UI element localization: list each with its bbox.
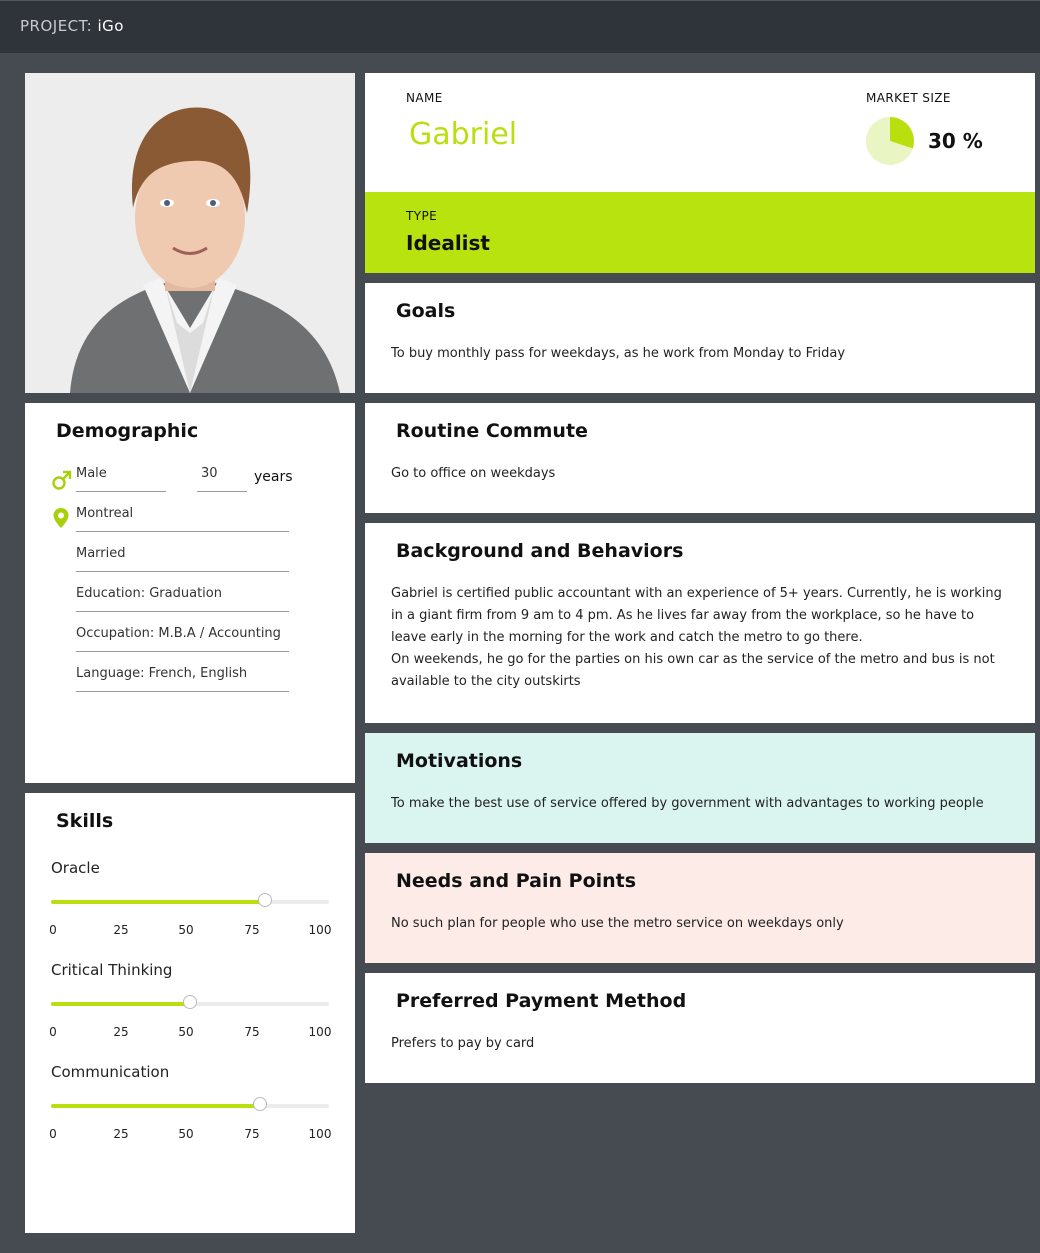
skill-slider-fill [51, 900, 266, 904]
routine-commute-text: Go to office on weekdays [391, 466, 556, 481]
project-title: PROJECT: iGo [20, 17, 124, 35]
skill-slider-fill [51, 1104, 260, 1108]
skill-name: Communication [51, 1063, 170, 1081]
tick-label: 0 [49, 1127, 57, 1141]
motivations-text: To make the best use of service offered … [391, 796, 984, 811]
marital-status-field[interactable]: Married [76, 544, 289, 572]
tick-label: 25 [113, 1127, 129, 1141]
male-symbol-icon [51, 469, 73, 495]
persona-summary-card: NAME Gabriel MARKET SIZE 30 % TYPE Ideal… [365, 73, 1035, 273]
tick-label: 0 [49, 1025, 57, 1039]
skill-name: Critical Thinking [51, 961, 173, 979]
demographic-card: Demographic Male 30 years Montreal Marri… [25, 403, 355, 783]
skill-slider-fill [51, 1002, 190, 1006]
motivations-title: Motivations [396, 750, 523, 772]
payment-method-text: Prefers to pay by card [391, 1036, 535, 1051]
background-behaviors-card: Background and Behaviors Gabriel is cert… [365, 523, 1035, 723]
tick-label: 75 [244, 1127, 260, 1141]
skills-card: Skills Oracle 0 25 50 75 100 Critical Th… [25, 793, 355, 1233]
language-field[interactable]: Language: French, English [76, 664, 289, 692]
tick-label: 0 [49, 923, 57, 937]
age-unit-label: years [254, 469, 293, 485]
tick-label: 75 [244, 923, 260, 937]
needs-pain-points-card: Needs and Pain Points No such plan for p… [365, 853, 1035, 963]
skill-name: Oracle [51, 859, 100, 877]
city-field[interactable]: Montreal [76, 504, 289, 532]
payment-method-title: Preferred Payment Method [396, 990, 687, 1012]
needs-pain-points-text: No such plan for people who use the metr… [391, 916, 844, 931]
motivations-card: Motivations To make the best use of serv… [365, 733, 1035, 843]
occupation-field[interactable]: Occupation: M.B.A / Accounting [76, 624, 289, 652]
skills-title: Skills [56, 810, 114, 832]
market-size-pie-chart [866, 117, 914, 165]
location-pin-icon [52, 507, 70, 533]
gender-field[interactable]: Male [76, 464, 166, 492]
type-label: TYPE [406, 209, 438, 223]
project-name: iGo [97, 17, 124, 35]
market-size-value: 30 % [928, 129, 983, 153]
skill-slider-track[interactable] [51, 893, 329, 907]
tick-label: 50 [178, 923, 194, 937]
age-field[interactable]: 30 [197, 464, 247, 492]
market-size-label: MARKET SIZE [866, 91, 951, 105]
tick-label: 50 [178, 1025, 194, 1039]
tick-label: 75 [244, 1025, 260, 1039]
top-bar: PROJECT: iGo [0, 0, 1040, 53]
needs-pain-points-title: Needs and Pain Points [396, 870, 637, 892]
routine-commute-card: Routine Commute Go to office on weekdays [365, 403, 1035, 513]
demographic-title: Demographic [56, 420, 199, 442]
tick-label: 100 [308, 1025, 332, 1039]
persona-name: Gabriel [409, 117, 518, 152]
skill-slider-track[interactable] [51, 1097, 329, 1111]
routine-commute-title: Routine Commute [396, 420, 588, 442]
background-behaviors-text: Gabriel is certified public accountant w… [391, 586, 1002, 689]
type-band: TYPE Idealist [365, 192, 1035, 273]
background-behaviors-title: Background and Behaviors [396, 540, 684, 562]
skill-slider-handle[interactable] [252, 1097, 267, 1111]
persona-photo [25, 73, 355, 393]
tick-label: 50 [178, 1127, 194, 1141]
payment-method-card: Preferred Payment Method Prefers to pay … [365, 973, 1035, 1083]
persona-type: Idealist [406, 231, 490, 255]
tick-label: 25 [113, 1025, 129, 1039]
portrait-image [25, 73, 355, 393]
goals-text: To buy monthly pass for weekdays, as he … [391, 346, 846, 361]
goals-card: Goals To buy monthly pass for weekdays, … [365, 283, 1035, 393]
project-prefix: PROJECT: [20, 17, 93, 35]
tick-label: 25 [113, 923, 129, 937]
goals-title: Goals [396, 300, 456, 322]
tick-label: 100 [308, 1127, 332, 1141]
name-label: NAME [406, 91, 443, 105]
skill-slider-handle[interactable] [258, 893, 273, 907]
skill-slider-handle[interactable] [183, 995, 197, 1009]
tick-label: 100 [308, 923, 332, 937]
education-field[interactable]: Education: Graduation [76, 584, 289, 612]
skill-slider-track[interactable] [51, 995, 329, 1009]
